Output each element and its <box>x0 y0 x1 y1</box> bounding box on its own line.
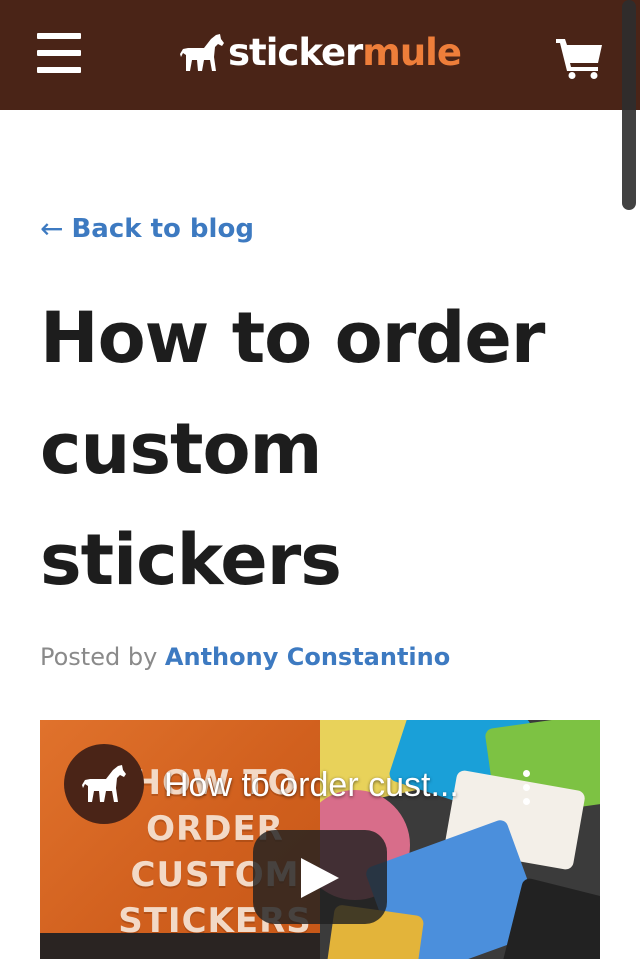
hamburger-menu-icon[interactable] <box>37 33 81 73</box>
logo-wordmark: stickermule <box>228 30 462 76</box>
shopping-cart-icon[interactable] <box>556 37 604 79</box>
page-scrollbar[interactable] <box>622 0 636 210</box>
thumbnail-bottom-stripe <box>40 933 320 959</box>
author-link[interactable]: Anthony Constantino <box>165 643 450 671</box>
posted-by-label: Posted by <box>40 643 158 671</box>
sticker-mule-logo[interactable]: stickermule <box>180 30 462 76</box>
channel-avatar[interactable] <box>64 744 144 824</box>
mule-logo-icon <box>180 34 224 71</box>
article-title: How to order custom stickers <box>40 297 545 601</box>
play-icon <box>301 858 339 898</box>
logo-text-sticker: sticker <box>228 31 363 74</box>
video-embed[interactable]: HOW TO ORDER CUSTOM STICKERS How to orde… <box>40 720 600 959</box>
byline: Posted by Anthony Constantino <box>40 638 450 676</box>
more-vertical-icon[interactable] <box>518 768 534 808</box>
back-to-blog-link[interactable]: ← Back to blog <box>40 210 254 248</box>
left-arrow-icon: ← <box>40 212 64 245</box>
site-header: stickermule <box>0 0 640 110</box>
back-to-blog-label: Back to blog <box>71 214 254 244</box>
play-button[interactable] <box>253 830 387 924</box>
video-title[interactable]: How to order cust... <box>164 762 494 808</box>
logo-text-mule: mule <box>362 31 462 74</box>
mule-logo-icon <box>82 765 126 802</box>
